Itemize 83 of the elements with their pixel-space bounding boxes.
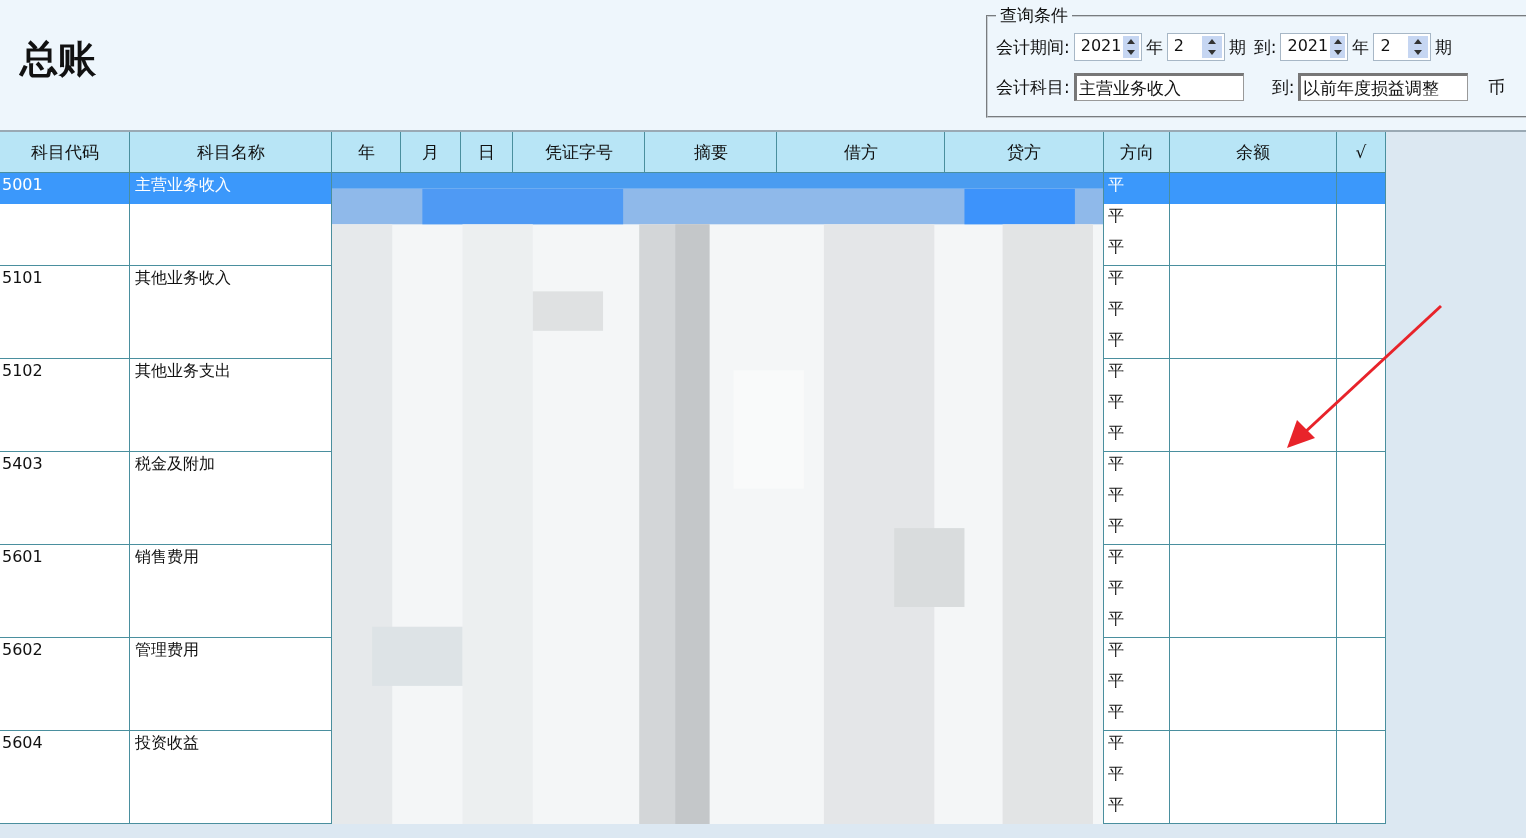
check-cell <box>1337 514 1386 545</box>
to-label: 到: <box>1271 75 1295 99</box>
unit-label: 期 <box>1435 35 1453 59</box>
column-header[interactable]: 方向 <box>1104 132 1170 173</box>
page-title: 总账 <box>18 36 96 83</box>
check-cell <box>1337 204 1386 235</box>
check-cell <box>1337 638 1386 669</box>
column-header[interactable]: 日 <box>461 132 513 173</box>
panel-title: 查询条件 <box>999 4 1069 27</box>
subject-from-field[interactable]: 主营业务收入 <box>1073 73 1244 101</box>
column-header[interactable]: 月 <box>401 132 461 173</box>
account-name-cell: 其他业务收入 <box>130 266 332 297</box>
column-header[interactable]: 借方 <box>777 132 945 173</box>
currency-label: 币 <box>1488 75 1506 99</box>
unit-label: 期 <box>1228 35 1246 59</box>
period-spinner[interactable]: 2 <box>1166 33 1225 61</box>
column-header[interactable]: 余额 <box>1170 132 1337 173</box>
column-header[interactable]: 科目代码 <box>0 132 130 173</box>
direction-cell: 平 <box>1104 607 1170 638</box>
check-cell <box>1337 731 1386 762</box>
direction-cell: 平 <box>1104 793 1170 824</box>
direction-cell: 平 <box>1104 483 1170 514</box>
account-name-cell: 投资收益 <box>130 731 332 762</box>
spin-arrows-icon[interactable] <box>1123 36 1139 58</box>
unit-label: 年 <box>1352 35 1370 59</box>
to-label: 到: <box>1253 35 1277 59</box>
column-header[interactable]: 凭证字号 <box>513 132 645 173</box>
unit-label: 年 <box>1145 35 1163 59</box>
account-code-cell: 5101 <box>0 266 130 297</box>
direction-cell: 平 <box>1104 297 1170 328</box>
direction-cell: 平 <box>1104 173 1170 204</box>
account-code-cell: 5403 <box>0 452 130 483</box>
check-cell <box>1337 173 1386 204</box>
account-code-cell: 5604 <box>0 731 130 762</box>
direction-cell: 平 <box>1104 390 1170 421</box>
spin-arrows-icon[interactable] <box>1201 36 1222 58</box>
account-name-cell: 管理费用 <box>130 638 332 669</box>
account-code-cell: 5601 <box>0 545 130 576</box>
subject-label: 会计科目: <box>996 75 1070 99</box>
direction-cell: 平 <box>1104 235 1170 266</box>
subject-to-field[interactable]: 以前年度损益调整 <box>1298 73 1469 101</box>
column-header[interactable]: 年 <box>332 132 401 173</box>
period-label: 会计期间: <box>996 35 1070 59</box>
direction-cell: 平 <box>1104 328 1170 359</box>
direction-cell: 平 <box>1104 266 1170 297</box>
check-cell <box>1337 452 1386 483</box>
direction-cell: 平 <box>1104 421 1170 452</box>
check-cell <box>1337 328 1386 359</box>
account-code-cell: 5602 <box>0 638 130 669</box>
direction-cell: 平 <box>1104 452 1170 483</box>
direction-cell: 平 <box>1104 638 1170 669</box>
account-name-cell: 销售费用 <box>130 545 332 576</box>
check-cell <box>1337 545 1386 576</box>
year-spinner[interactable]: 2021 <box>1073 33 1142 61</box>
direction-cell: 平 <box>1104 545 1170 576</box>
direction-cell: 平 <box>1104 700 1170 731</box>
check-cell <box>1337 793 1386 824</box>
check-cell <box>1337 359 1386 390</box>
direction-cell: 平 <box>1104 576 1170 607</box>
account-code-cell: 5102 <box>0 359 130 390</box>
account-name-cell: 其他业务支出 <box>130 359 332 390</box>
direction-cell: 平 <box>1104 669 1170 700</box>
direction-cell: 平 <box>1104 359 1170 390</box>
account-name-cell: 税金及附加 <box>130 452 332 483</box>
spin-arrows-icon[interactable] <box>1408 36 1429 58</box>
direction-cell: 平 <box>1104 762 1170 793</box>
check-cell <box>1337 266 1386 297</box>
direction-cell: 平 <box>1104 204 1170 235</box>
year-spinner[interactable]: 2021 <box>1280 33 1349 61</box>
column-header[interactable]: 贷方 <box>945 132 1104 173</box>
period-spinner[interactable]: 2 <box>1373 33 1432 61</box>
check-cell <box>1337 700 1386 731</box>
column-header[interactable]: 摘要 <box>645 132 777 173</box>
check-cell <box>1337 235 1386 266</box>
check-cell <box>1337 607 1386 638</box>
direction-cell: 平 <box>1104 514 1170 545</box>
account-code-cell: 5001 <box>0 173 130 204</box>
check-cell <box>1337 421 1386 452</box>
spin-arrows-icon[interactable] <box>1330 36 1346 58</box>
column-header[interactable]: √ <box>1337 132 1386 173</box>
direction-cell: 平 <box>1104 731 1170 762</box>
account-name-cell: 主营业务收入 <box>130 173 332 204</box>
column-header[interactable]: 科目名称 <box>130 132 332 173</box>
